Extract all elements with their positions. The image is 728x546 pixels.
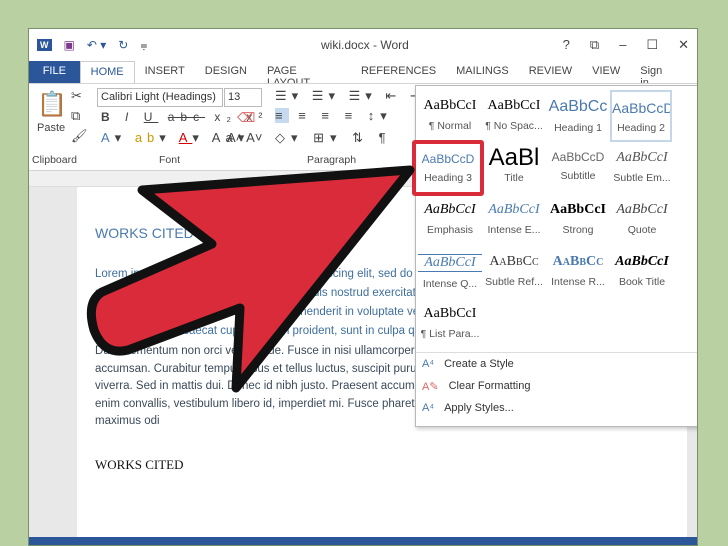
red-arrow-shape	[86, 165, 415, 393]
red-arrow-annotation	[86, 165, 415, 393]
